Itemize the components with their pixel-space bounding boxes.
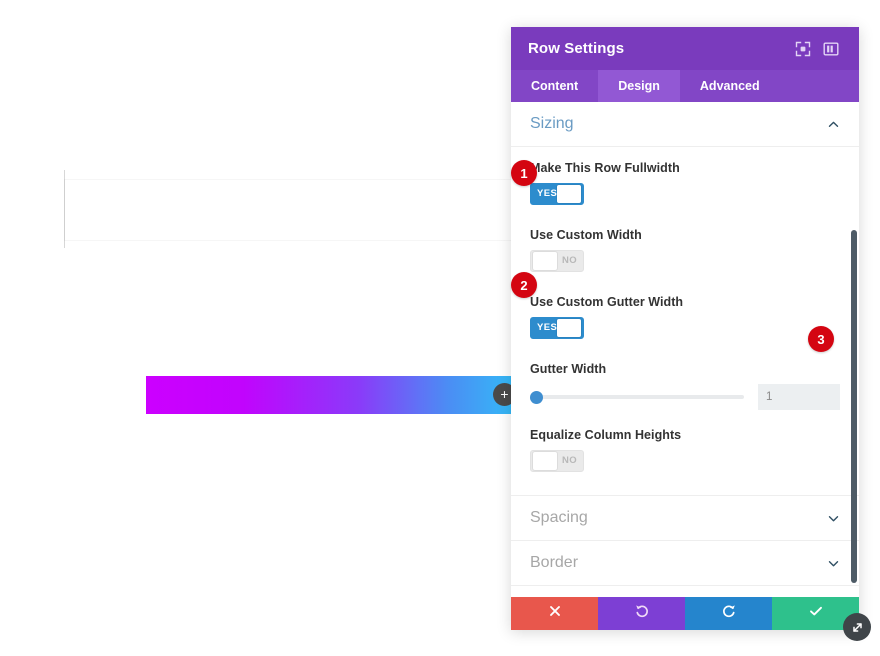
gutter-width-slider-row [530, 384, 840, 410]
toggle-knob [557, 185, 581, 203]
panel-action-bar [511, 597, 859, 630]
field-make-row-fullwidth: Make This Row Fullwidth YES [530, 161, 840, 210]
toggle-make-row-fullwidth[interactable]: YES [530, 183, 584, 205]
tab-design[interactable]: Design [598, 70, 680, 102]
toggle-use-custom-width[interactable]: NO [530, 250, 584, 272]
chevron-up-icon [826, 117, 840, 131]
toggle-knob [557, 319, 581, 337]
toggle-label-equalize-column-heights: NO [561, 455, 577, 466]
chevron-down-icon [826, 511, 840, 525]
field-equalize-column-heights: Equalize Column Heights NO [530, 428, 840, 477]
gutter-width-input[interactable] [758, 384, 840, 410]
panel-body: Sizing Make This Row Fullwidth YES Use C… [511, 102, 859, 597]
field-label-use-custom-gutter-width: Use Custom Gutter Width [530, 295, 684, 309]
field-label-make-row-fullwidth: Make This Row Fullwidth [530, 161, 680, 175]
field-label-equalize-column-heights: Equalize Column Heights [530, 428, 682, 442]
undo-icon [634, 603, 650, 624]
step-badge-3: 3 [808, 326, 834, 352]
field-gutter-width: Gutter Width [530, 362, 840, 410]
slider-track [530, 395, 744, 399]
toggle-label-make-row-fullwidth: YES [537, 188, 558, 199]
focus-target-icon[interactable] [792, 38, 814, 60]
field-use-custom-width: Use Custom Width NO [530, 228, 840, 277]
step-badge-1: 1 [511, 160, 537, 186]
toggle-label-use-custom-width: NO [561, 255, 577, 266]
section-header-box-shadow[interactable]: Box Shadow [511, 586, 859, 597]
field-label-use-custom-width: Use Custom Width [530, 228, 642, 242]
toggle-knob [533, 452, 557, 470]
tab-advanced[interactable]: Advanced [680, 70, 780, 102]
toggle-label-use-custom-gutter-width: YES [537, 322, 558, 333]
field-label-gutter-width: Gutter Width [530, 362, 607, 376]
close-icon [548, 604, 562, 623]
section-header-spacing[interactable]: Spacing [511, 495, 859, 541]
panel-scrollbar[interactable] [851, 230, 857, 583]
row-settings-panel: Row Settings Content Design Advanced Siz… [511, 27, 859, 630]
redo-icon [721, 603, 737, 624]
field-use-custom-gutter-width: Use Custom Gutter Width YES [530, 295, 840, 344]
section-header-border[interactable]: Border [511, 541, 859, 586]
toggle-use-custom-gutter-width[interactable]: YES [530, 317, 584, 339]
section-title-border: Border [530, 554, 579, 571]
section-title-sizing: Sizing [530, 115, 574, 132]
cancel-button[interactable] [511, 597, 598, 630]
redo-button[interactable] [685, 597, 772, 630]
section-title-spacing: Spacing [530, 509, 588, 526]
tab-content[interactable]: Content [511, 70, 598, 102]
panel-layout-icon[interactable] [820, 38, 842, 60]
panel-tabs: Content Design Advanced [511, 70, 859, 102]
toggle-knob [533, 252, 557, 270]
gutter-width-slider[interactable] [530, 389, 744, 405]
chevron-down-icon [826, 556, 840, 570]
slider-handle[interactable] [530, 390, 543, 404]
section-header-sizing[interactable]: Sizing [511, 102, 859, 147]
page-title: Row Settings [528, 40, 625, 57]
undo-button[interactable] [598, 597, 685, 630]
panel-resize-handle[interactable] [843, 613, 871, 641]
step-badge-2: 2 [511, 272, 537, 298]
row-container[interactable]: + [65, 180, 590, 414]
panel-header: Row Settings [511, 27, 859, 70]
sizing-section-body: Make This Row Fullwidth YES Use Custom W… [511, 147, 859, 495]
toggle-equalize-column-heights[interactable]: NO [530, 450, 584, 472]
check-icon [808, 603, 824, 624]
